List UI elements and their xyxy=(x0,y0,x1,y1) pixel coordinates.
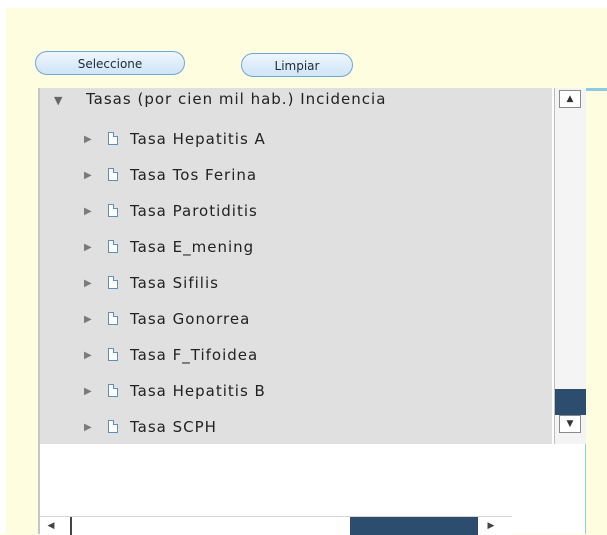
scroll-track-mark xyxy=(70,517,72,535)
document-icon xyxy=(108,420,118,433)
tree-root-row[interactable]: ▼ Tasas (por cien mil hab.) Incidencia xyxy=(40,88,552,124)
document-icon xyxy=(108,348,118,361)
tree-item[interactable]: ▶ Tasa F_Tifoidea xyxy=(40,338,552,374)
document-icon xyxy=(108,168,118,181)
triangle-right-icon[interactable]: ▶ xyxy=(84,278,92,289)
frame-cap xyxy=(583,88,607,91)
tree-item-label[interactable]: Tasa SCPH xyxy=(130,418,217,436)
horizontal-scroll-thumb[interactable] xyxy=(350,517,478,535)
tree-item-label[interactable]: Tasa E_mening xyxy=(130,238,254,256)
tree-item-label[interactable]: Tasa Hepatitis B xyxy=(130,382,266,400)
scroll-down-icon[interactable]: ▼ xyxy=(559,415,581,433)
document-icon xyxy=(108,276,118,289)
top-strip xyxy=(0,0,607,8)
document-icon xyxy=(108,312,118,325)
tree-item[interactable]: ▶ Tasa Sifilis xyxy=(40,266,552,302)
scroll-up-icon[interactable]: ▲ xyxy=(559,90,581,108)
document-icon xyxy=(108,204,118,217)
tree-item[interactable]: ▶ Tasa Hepatitis A xyxy=(40,122,552,158)
triangle-right-icon[interactable]: ▶ xyxy=(84,170,92,181)
tree-item[interactable]: ▶ Tasa Parotiditis xyxy=(40,194,552,230)
tree-item[interactable]: ▶ Tasa SCPH xyxy=(40,410,552,446)
tree-view: ▼ Tasas (por cien mil hab.) Incidencia ▶… xyxy=(40,88,552,444)
tree-item[interactable]: ▶ Tasa Hepatitis B xyxy=(40,374,552,410)
tree-item-label[interactable]: Tasa Hepatitis A xyxy=(130,130,266,148)
triangle-right-icon[interactable]: ▶ xyxy=(84,206,92,217)
tree-item[interactable]: ▶ Tasa E_mening xyxy=(40,230,552,266)
tree-panel: ▼ Tasas (por cien mil hab.) Incidencia ▶… xyxy=(38,88,586,535)
clear-button[interactable]: Limpiar xyxy=(241,53,353,77)
tree-item-label[interactable]: Tasa Tos Ferina xyxy=(130,166,257,184)
vertical-scrollbar[interactable]: ▲ ▼ xyxy=(554,88,586,444)
tree-item-label[interactable]: Tasa Parotiditis xyxy=(130,202,258,220)
horizontal-scrollbar[interactable]: ◀ ▶ xyxy=(40,516,512,535)
tree-item-label[interactable]: Tasa Sifilis xyxy=(130,274,219,292)
select-button[interactable]: Seleccione xyxy=(35,51,185,75)
triangle-right-icon[interactable]: ▶ xyxy=(84,314,92,325)
triangle-right-icon[interactable]: ▶ xyxy=(84,386,92,397)
document-icon xyxy=(108,240,118,253)
tree-item[interactable]: ▶ Tasa Gonorrea xyxy=(40,302,552,338)
vertical-scroll-thumb[interactable] xyxy=(555,389,586,415)
tree-item-label[interactable]: Tasa F_Tifoidea xyxy=(130,346,258,364)
triangle-down-icon[interactable]: ▼ xyxy=(54,94,62,107)
tree-item-label[interactable]: Tasa Gonorrea xyxy=(130,310,250,328)
triangle-right-icon[interactable]: ▶ xyxy=(84,350,92,361)
left-strip xyxy=(0,0,6,534)
tree-item[interactable]: ▶ Tasa Tos Ferina xyxy=(40,158,552,194)
scroll-right-icon[interactable]: ▶ xyxy=(484,519,498,533)
tree-root-label[interactable]: Tasas (por cien mil hab.) Incidencia xyxy=(86,90,386,108)
triangle-right-icon[interactable]: ▶ xyxy=(84,422,92,433)
triangle-right-icon[interactable]: ▶ xyxy=(84,134,92,145)
document-icon xyxy=(108,132,118,145)
scroll-left-icon[interactable]: ◀ xyxy=(44,519,58,533)
document-icon xyxy=(108,384,118,397)
triangle-right-icon[interactable]: ▶ xyxy=(84,242,92,253)
